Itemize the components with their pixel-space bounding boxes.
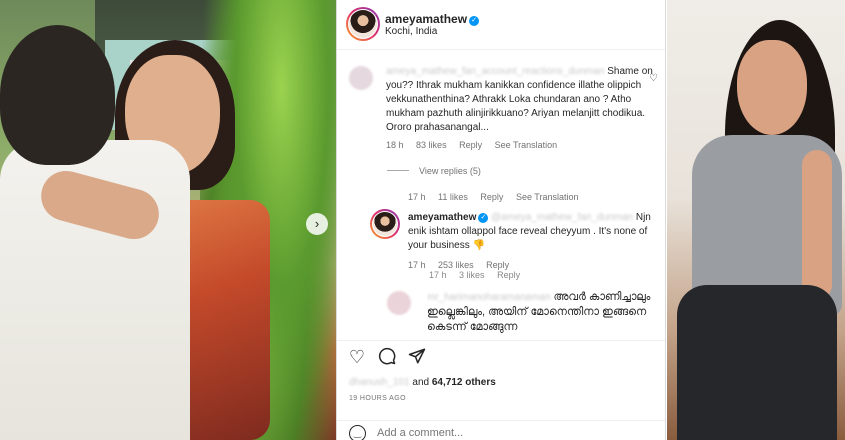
reply-avatar-ring[interactable] (370, 209, 400, 239)
instagram-post-panel: ameyamathew ✓ Kochi, India ameya_mathew_f… (336, 0, 666, 440)
comment-meta: 18 h 83 likes Reply See Translation (386, 140, 567, 150)
reply-username[interactable]: ameyamathew (408, 212, 476, 223)
post-timestamp: 19 HOURS AGO (349, 395, 406, 402)
add-comment-input[interactable] (377, 425, 647, 440)
commenter-username[interactable]: ameya_mathew_fan_account_reactions_dunma… (386, 66, 604, 77)
post-photo-left: › (0, 0, 336, 440)
commenter-username[interactable]: mr_harimanoharamanaman (427, 292, 550, 303)
post-header: ameyamathew ✓ Kochi, India (337, 0, 665, 50)
likes-summary[interactable]: dhanush_101 and 64,712 others (349, 377, 496, 388)
owner-reply-meta: 17 h 253 likes Reply (408, 260, 510, 270)
post-actions: ♡ (337, 340, 665, 370)
commenter-avatar[interactable] (349, 66, 373, 90)
post-location[interactable]: Kochi, India (385, 26, 437, 37)
reply-meta: 17 h 11 likes Reply See Translation (408, 192, 579, 202)
heart-icon[interactable]: ♡ (649, 73, 658, 84)
story-ring[interactable] (346, 7, 380, 41)
arm (802, 150, 832, 300)
post-username[interactable]: ameyamathew (385, 12, 467, 26)
partial-meta: 17 h 3 likes Reply (429, 270, 521, 280)
verified-badge-icon: ✓ (478, 213, 489, 223)
man-head (0, 25, 115, 165)
reply-mention[interactable]: @ameya_mathew_fan_dunman (491, 212, 633, 223)
avatar (349, 10, 377, 38)
share-icon[interactable] (407, 347, 427, 367)
comment-icon[interactable] (377, 347, 397, 367)
chevron-right-icon[interactable]: › (306, 213, 328, 235)
commenter-avatar[interactable] (387, 291, 411, 315)
woman-face (737, 40, 807, 135)
comment-reply-button[interactable]: Reply (459, 140, 482, 150)
likes-count[interactable]: 64,712 others (432, 377, 496, 388)
verified-badge-icon: ✓ (469, 16, 480, 26)
black-jeans (677, 285, 837, 440)
comment-likes[interactable]: 83 likes (416, 140, 447, 150)
heart-icon[interactable]: ♡ (347, 347, 367, 367)
see-translation-link[interactable]: See Translation (495, 140, 558, 150)
liked-by-user[interactable]: dhanush_101 (349, 377, 410, 388)
comment-time: 18 h (386, 140, 404, 150)
view-replies-button[interactable]: View replies (5) (387, 166, 481, 176)
post-photo-right (667, 0, 845, 440)
reply-avatar (373, 212, 397, 236)
reply-emoji: 👎 (472, 240, 485, 251)
emoji-icon[interactable]: ‿ (349, 425, 366, 440)
add-comment-bar: ‿ (337, 420, 665, 440)
